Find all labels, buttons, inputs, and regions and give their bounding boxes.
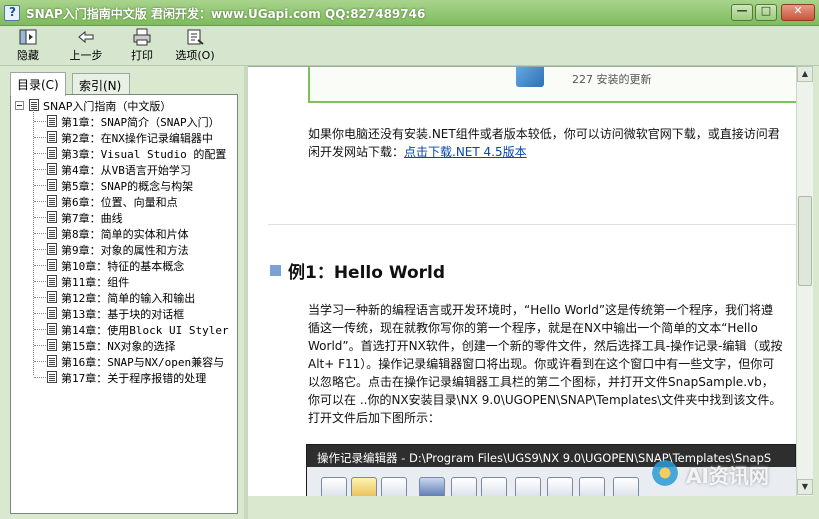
options-icon: [185, 28, 205, 46]
contents-tree: SNAP入门指南（中文版） 第1章：SNAP简介（SNAP入门） 第2章：在NX操…: [10, 94, 238, 514]
scroll-up-icon[interactable]: ▲: [797, 66, 813, 82]
tree-item-label: 第2章：在NX操作记录编辑器中: [61, 132, 213, 145]
tree-item[interactable]: 第4章：从VB语言开始学习: [11, 161, 237, 177]
tree-item[interactable]: 第13章：基于块的对话框: [11, 305, 237, 321]
book-icon: [29, 99, 39, 111]
divider: [268, 224, 796, 225]
page-icon: [47, 259, 57, 271]
page-icon: [47, 227, 57, 239]
page-icon: [47, 163, 57, 175]
page-icon: [47, 339, 57, 351]
run-icon: [613, 477, 639, 496]
tree-item[interactable]: 第5章：SNAP的概念与构架: [11, 177, 237, 193]
tab-index[interactable]: 索引(N): [72, 73, 130, 95]
toolbar: 隐藏 上一步 打印 选项(O): [0, 26, 819, 66]
dotnet-paragraph: 如果你电脑还没有安装.NET组件或者版本较低，你可以访问微软官网下载，或直接访问…: [308, 127, 780, 159]
tree-item[interactable]: 第1章：SNAP简介（SNAP入门）: [11, 113, 237, 129]
tree-item-label: 第3章：Visual Studio 的配置: [61, 148, 227, 161]
tree-item-label: 第4章：从VB语言开始学习: [61, 164, 191, 177]
back-button[interactable]: 上一步: [66, 28, 106, 64]
watermark-logo-icon: [650, 458, 680, 488]
scroll-thumb[interactable]: [798, 196, 812, 286]
cut-icon: [451, 477, 477, 496]
maximize-button[interactable]: □: [755, 4, 777, 21]
close-button[interactable]: ✕: [781, 4, 815, 21]
title-bar: SNAP入门指南中文版 君闲开发：www.UGapi.com QQ:827489…: [0, 0, 819, 26]
tree-item-label: 第6章：位置、向量和点: [61, 196, 178, 209]
page-icon: [47, 371, 57, 383]
page-icon: [47, 211, 57, 223]
tree-item[interactable]: 第3章：Visual Studio 的配置: [11, 145, 237, 161]
paste-icon: [515, 477, 541, 496]
tree-item[interactable]: 第11章：组件: [11, 273, 237, 289]
tree-item-label: 第13章：基于块的对话框: [61, 308, 185, 321]
content-pane: 227 安装的更新 如果你电脑还没有安装.NET组件或者版本较低，你可以访问微软…: [248, 66, 796, 496]
help-app-icon: [4, 5, 20, 21]
page-icon: [47, 275, 57, 287]
copy-icon: [481, 477, 507, 496]
open-folder-icon: [351, 477, 377, 496]
section-heading: 例1：Hello World: [288, 263, 446, 283]
tree-item-label: 第17章：关于程序报错的处理: [61, 372, 207, 385]
tree-item-label: 第10章：特征的基本概念: [61, 260, 185, 273]
collapse-icon[interactable]: [15, 101, 24, 110]
page-icon: [47, 323, 57, 335]
page-icon: [47, 243, 57, 255]
tree-item[interactable]: 第6章：位置、向量和点: [11, 193, 237, 209]
tree-item-label: 第14章：使用Block UI Styler: [61, 324, 229, 337]
edit-icon: [579, 477, 605, 496]
navigation-pane: 目录(C) 索引(N) SNAP入门指南（中文版） 第1章：SNAP简介（SNA…: [6, 68, 244, 516]
find-icon: [547, 477, 573, 496]
tree-item[interactable]: 第17章：关于程序报错的处理: [11, 369, 237, 385]
tree-item[interactable]: 第14章：使用Block UI Styler: [11, 321, 237, 337]
tree-item-label: 第11章：组件: [61, 276, 130, 289]
page-icon: [47, 179, 57, 191]
tab-contents[interactable]: 目录(C): [10, 72, 66, 96]
vertical-scrollbar[interactable]: ▲ ▼: [796, 66, 813, 496]
tree-item-label: 第7章：曲线: [61, 212, 123, 225]
page-icon: [47, 195, 57, 207]
page-icon: [47, 291, 57, 303]
tree-item-label: 第8章：简单的实体和片体: [61, 228, 189, 241]
package-icon: [516, 67, 544, 87]
print-button[interactable]: 打印: [126, 28, 158, 64]
tree-item[interactable]: 第10章：特征的基本概念: [11, 257, 237, 273]
save-icon: [381, 477, 407, 496]
download-dotnet-link[interactable]: 点击下载.NET 4.5版本: [404, 145, 527, 159]
new-file-icon: [321, 477, 347, 496]
hide-button[interactable]: 隐藏: [10, 28, 46, 64]
page-icon: [47, 355, 57, 367]
hide-pane-icon: [18, 28, 38, 46]
page-icon: [47, 147, 57, 159]
tree-item-label: 第1章：SNAP简介（SNAP入门）: [61, 116, 220, 129]
tree-item-label: 第15章：NX对象的选择: [61, 340, 176, 353]
heading-bullet-icon: [270, 265, 281, 276]
page-icon: [47, 115, 57, 127]
tree-item[interactable]: 第9章：对象的属性和方法: [11, 241, 237, 257]
tree-item[interactable]: 第15章：NX对象的选择: [11, 337, 237, 353]
update-count-text: 227 安装的更新: [572, 73, 652, 86]
tree-item-label: 第12章：简单的输入和输出: [61, 292, 196, 305]
tree-root[interactable]: SNAP入门指南（中文版）: [11, 97, 237, 113]
options-button[interactable]: 选项(O): [172, 28, 218, 64]
tree-item[interactable]: 第7章：曲线: [11, 209, 237, 225]
save-as-icon: [419, 477, 445, 496]
tree-item[interactable]: 第2章：在NX操作记录编辑器中: [11, 129, 237, 145]
status-strip: [248, 496, 813, 516]
tree-item[interactable]: 第8章：简单的实体和片体: [11, 225, 237, 241]
page-icon: [47, 307, 57, 319]
window-title: SNAP入门指南中文版 君闲开发：www.UGapi.com QQ:827489…: [26, 7, 426, 21]
watermark: AI资讯网: [650, 456, 810, 490]
tree-item[interactable]: 第12章：简单的输入和输出: [11, 289, 237, 305]
back-arrow-icon: [76, 28, 96, 46]
minimize-button[interactable]: —: [731, 4, 753, 21]
tree-item-label: 第5章：SNAP的概念与构架: [61, 180, 194, 193]
tree-item[interactable]: 第16章：SNAP与NX/open兼容与: [11, 353, 237, 369]
update-screenshot: 227 安装的更新: [308, 67, 796, 103]
page-icon: [47, 131, 57, 143]
tree-item-label: 第9章：对象的属性和方法: [61, 244, 189, 257]
tree-item-label: 第16章：SNAP与NX/open兼容与: [61, 356, 225, 369]
hello-world-paragraph: 当学习一种新的编程语言或开发环境时，“Hello World”这是传统第一个程序…: [308, 303, 783, 425]
printer-icon: [132, 28, 152, 46]
